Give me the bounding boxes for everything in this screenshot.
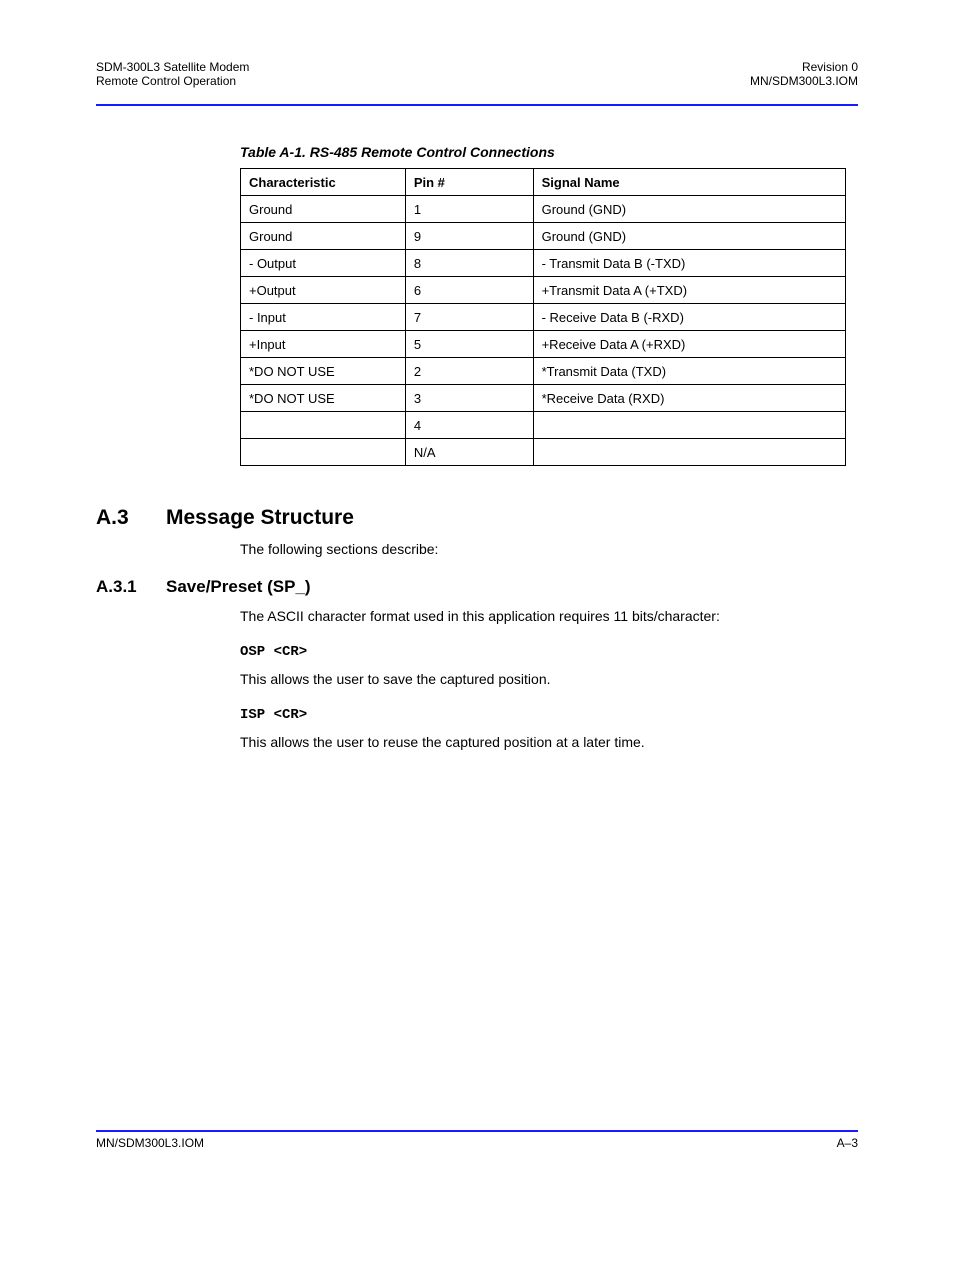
cell: *Receive Data (RXD) [533,385,845,412]
cell [241,412,406,439]
cell: 6 [405,277,533,304]
note-isp: This allows the user to reuse the captur… [240,733,858,752]
cell: - Transmit Data B (-TXD) [533,250,845,277]
spec-table: Characteristic Pin # Signal Name Ground … [240,168,846,466]
body-paragraph: The ASCII character format used in this … [240,607,858,626]
cell: 4 [405,412,533,439]
cell: +Input [241,331,406,358]
cell: 2 [405,358,533,385]
command-osp: OSP <CR> [240,644,307,660]
cell: Ground (GND) [533,223,845,250]
section-number: A.3 [96,506,166,530]
cell [533,439,845,466]
cell: - Receive Data B (-RXD) [533,304,845,331]
table-row: +Input 5 +Receive Data A (+RXD) [241,331,846,358]
cell: +Output [241,277,406,304]
table-row: 4 [241,412,846,439]
cell: Ground [241,223,406,250]
table-row: - Output 8 - Transmit Data B (-TXD) [241,250,846,277]
page-footer: MN/SDM300L3.IOM A–3 [96,1136,858,1150]
table-caption: Table A-1. RS-485 Remote Control Connect… [240,144,858,160]
note-osp: This allows the user to save the capture… [240,670,858,689]
section-intro: The following sections describe: [240,540,858,559]
cell: 5 [405,331,533,358]
header-chapter: Remote Control Operation [96,74,236,88]
th-characteristic: Characteristic [241,169,406,196]
cell: +Transmit Data A (+TXD) [533,277,845,304]
cell: Ground [241,196,406,223]
footer-page-number: A–3 [837,1136,858,1150]
command-isp: ISP <CR> [240,707,307,723]
page-header: SDM-300L3 Satellite Modem Revision 0 [96,60,858,74]
header-book-title: SDM-300L3 Satellite Modem [96,60,249,74]
cell: - Output [241,250,406,277]
table-row: Ground 9 Ground (GND) [241,223,846,250]
table-row: Ground 1 Ground (GND) [241,196,846,223]
th-pin: Pin # [405,169,533,196]
section-title: Message Structure [166,506,354,529]
cell: *DO NOT USE [241,385,406,412]
cell: 8 [405,250,533,277]
cell: *DO NOT USE [241,358,406,385]
cell: - Input [241,304,406,331]
bottom-divider [96,1130,858,1132]
page-header-line2: Remote Control Operation MN/SDM300L3.IOM [96,74,858,88]
header-docnum: MN/SDM300L3.IOM [750,74,858,88]
table-row: *DO NOT USE 2 *Transmit Data (TXD) [241,358,846,385]
table-row: +Output 6 +Transmit Data A (+TXD) [241,277,846,304]
table-row: - Input 7 - Receive Data B (-RXD) [241,304,846,331]
subsection-number: A.3.1 [96,577,166,597]
table-header-row: Characteristic Pin # Signal Name [241,169,846,196]
cell: +Receive Data A (+RXD) [533,331,845,358]
header-revision: Revision 0 [802,60,858,74]
cell: N/A [405,439,533,466]
subsection-heading: A.3.1Save/Preset (SP_) [96,577,858,597]
th-signal: Signal Name [533,169,845,196]
cell: 3 [405,385,533,412]
cell: 1 [405,196,533,223]
top-divider [96,104,858,106]
section-heading: A.3Message Structure [96,506,858,530]
cell [533,412,845,439]
cell: 7 [405,304,533,331]
cell: *Transmit Data (TXD) [533,358,845,385]
page: SDM-300L3 Satellite Modem Revision 0 Rem… [0,0,954,796]
table-row: N/A [241,439,846,466]
cell [241,439,406,466]
cell: 9 [405,223,533,250]
footer-docnum: MN/SDM300L3.IOM [96,1136,204,1150]
subsection-title: Save/Preset (SP_) [166,577,311,596]
cell: Ground (GND) [533,196,845,223]
table-row: *DO NOT USE 3 *Receive Data (RXD) [241,385,846,412]
